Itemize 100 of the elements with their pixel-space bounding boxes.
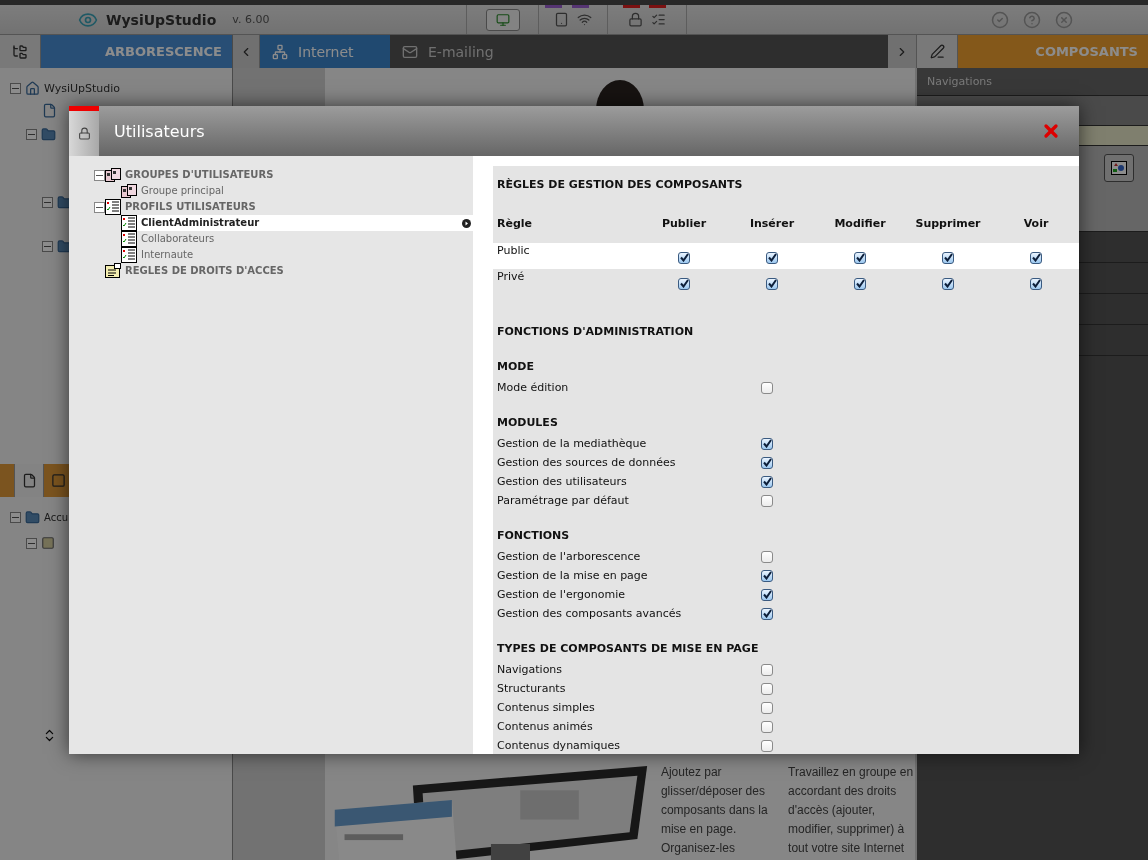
app-version: v. 6.00 <box>232 13 270 26</box>
collapse-toggle[interactable] <box>94 201 105 213</box>
user-group-icon <box>121 183 137 199</box>
column-header: Voir <box>1022 216 1050 230</box>
tree-item[interactable]: Groupe principal <box>137 183 473 199</box>
checkbox[interactable] <box>854 277 866 290</box>
collapse-toggle[interactable] <box>42 240 53 252</box>
group-heading: MODULES <box>496 415 559 431</box>
image-document-icon <box>1111 161 1127 175</box>
checkbox[interactable] <box>761 381 773 394</box>
option-label: Mode édition <box>496 381 570 394</box>
folder-icon <box>41 126 56 142</box>
column-header: Insérer <box>748 216 796 230</box>
collapse-toggle[interactable] <box>10 82 21 94</box>
collapse-toggle[interactable] <box>42 196 53 208</box>
checklist-icon[interactable] <box>651 12 666 27</box>
feature-text: Travaillez en groupe en accordant des droits d'accès (ajouter, modifier, supprimer) à tout votre site Internet <box>788 764 915 857</box>
checkbox[interactable] <box>766 277 778 290</box>
component-category[interactable]: Navigations <box>917 68 1148 96</box>
checkbox[interactable] <box>678 277 690 290</box>
option-label: Structurants <box>496 682 567 695</box>
group-heading: MODE <box>496 359 535 375</box>
tab[interactable]: Internet <box>260 35 390 68</box>
components-tab[interactable] <box>917 35 958 68</box>
checkbox[interactable] <box>761 456 773 469</box>
checkbox[interactable] <box>761 701 773 714</box>
sitemap-icon <box>272 43 288 60</box>
table-cell-text: Privé <box>496 269 526 285</box>
dialog-title: Utilisateurs <box>114 121 205 141</box>
collapse-toggle[interactable] <box>10 511 21 523</box>
tree-view-tab[interactable] <box>0 35 41 68</box>
column-header: Règle <box>496 216 534 230</box>
tree-item[interactable]: WysiUpStudio <box>44 81 121 95</box>
tree-item[interactable]: Collaborateurs <box>137 231 473 247</box>
option-label: Gestion de l'ergonomie <box>496 588 626 601</box>
lock-icon <box>77 127 91 140</box>
page-icon <box>21 473 37 488</box>
option-label: Contenus dynamiques <box>496 739 622 752</box>
option-label: Contenus animés <box>496 720 594 733</box>
checklist-document-icon <box>121 231 137 247</box>
section-heading: RÈGLES DE GESTION DES COMPOSANTS <box>496 177 744 193</box>
checkbox[interactable] <box>761 550 773 563</box>
checkbox[interactable] <box>942 251 954 264</box>
file-icon <box>42 102 57 118</box>
checkbox[interactable] <box>942 277 954 290</box>
checkbox[interactable] <box>761 588 773 601</box>
frame-icon <box>50 473 66 488</box>
checkbox[interactable] <box>1030 251 1042 264</box>
checkbox[interactable] <box>761 663 773 676</box>
tablet-icon[interactable] <box>554 12 569 27</box>
checkbox[interactable] <box>1030 277 1042 290</box>
checkbox[interactable] <box>761 720 773 733</box>
checkbox[interactable] <box>766 251 778 264</box>
table-cell-text: Public <box>496 243 531 259</box>
screen-button[interactable] <box>485 8 520 31</box>
collapse-toggle[interactable] <box>26 537 37 549</box>
option-label: Gestion des composants avancés <box>496 607 683 620</box>
lock-icon[interactable] <box>628 12 643 27</box>
arrow-icon <box>462 219 471 228</box>
tab[interactable]: E-mailing <box>390 35 520 68</box>
tree-item[interactable]: REGLES DE DROITS D'ACCES <box>121 263 473 279</box>
panel-title: ARBORESCENCE <box>41 35 232 68</box>
checkbox[interactable] <box>761 569 773 582</box>
tree-item[interactable]: PROFILS UTILISATEURS <box>121 199 473 215</box>
collapse-toggle[interactable] <box>94 169 105 181</box>
option-label: Navigations <box>496 663 564 676</box>
tree-item[interactable]: Internaute <box>137 247 473 263</box>
checkbox[interactable] <box>761 475 773 488</box>
group-heading: TYPES DE COMPOSANTS DE MISE EN PAGE <box>496 641 760 657</box>
home-icon <box>25 80 40 96</box>
option-label: Gestion des utilisateurs <box>496 475 628 488</box>
tree-item[interactable]: Accu <box>44 511 68 523</box>
checkbox[interactable] <box>678 251 690 264</box>
checklist-document-icon <box>121 215 137 231</box>
image-component-button[interactable] <box>1104 154 1134 182</box>
grid-icon <box>41 536 55 550</box>
checkbox[interactable] <box>761 739 773 752</box>
column-header: Publier <box>660 216 708 230</box>
check-icon[interactable] <box>991 10 1009 29</box>
folder-icon <box>25 509 40 525</box>
tree-item[interactable]: ClientAdministrateur <box>137 215 473 231</box>
checklist-document-icon <box>121 247 137 263</box>
checkbox[interactable] <box>854 251 866 264</box>
tree-icon <box>12 43 28 60</box>
user-group-icon <box>105 167 121 183</box>
tree-item[interactable]: GROUPES D'UTILISATEURS <box>121 167 473 183</box>
option-label: Gestion de la mise en page <box>496 569 649 582</box>
checkbox[interactable] <box>761 607 773 620</box>
checkbox[interactable] <box>761 682 773 695</box>
collapse-toggle[interactable] <box>26 128 37 140</box>
option-label: Paramétrage par défaut <box>496 494 630 507</box>
mail-icon <box>402 43 418 60</box>
section-heading: FONCTIONS D'ADMINISTRATION <box>496 324 695 340</box>
checkbox[interactable] <box>761 494 773 507</box>
wifi-icon[interactable] <box>577 12 592 27</box>
monitor-icon <box>495 12 510 27</box>
option-label: Gestion des sources de données <box>496 456 677 469</box>
panel-title: COMPOSANTS <box>958 35 1148 68</box>
checkbox[interactable] <box>761 437 773 450</box>
column-header: Modifier <box>833 216 887 230</box>
